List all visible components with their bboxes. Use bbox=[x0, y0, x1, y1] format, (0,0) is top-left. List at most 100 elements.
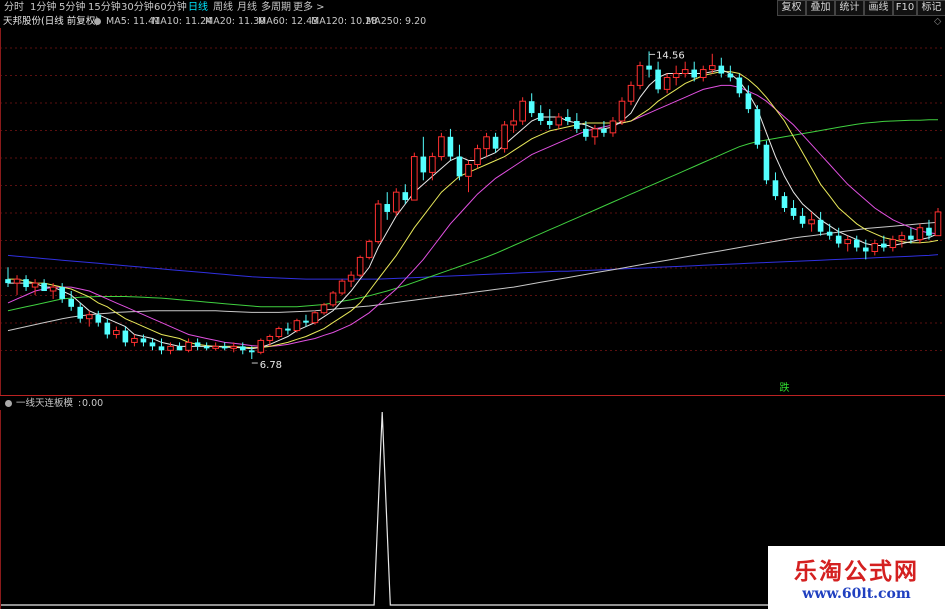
candle bbox=[311, 310, 319, 325]
period-tab-multi[interactable]: 多周期 bbox=[261, 0, 291, 15]
candle bbox=[320, 302, 328, 315]
candle bbox=[708, 53, 716, 74]
candle-body bbox=[555, 116, 563, 126]
period-toolbar: 分时 1分钟 5分钟 15分钟 30分钟 60分钟 日线 周线 月线 多周期 更… bbox=[0, 0, 945, 16]
candle-body bbox=[104, 322, 111, 335]
indicator-name: 一线天连板模 bbox=[16, 398, 74, 409]
candle bbox=[537, 105, 544, 125]
candle bbox=[501, 120, 508, 153]
candle-body bbox=[708, 65, 716, 71]
period-tab-daily[interactable]: 日线 bbox=[188, 0, 208, 15]
candle bbox=[699, 65, 707, 82]
candle bbox=[5, 267, 11, 288]
candle bbox=[853, 235, 860, 252]
candle bbox=[194, 338, 201, 351]
candle bbox=[636, 61, 644, 90]
low-price-label: 6.78 bbox=[260, 360, 282, 371]
candles bbox=[5, 51, 942, 360]
f10-button[interactable]: F10 bbox=[893, 0, 917, 16]
settings-dot-icon[interactable] bbox=[94, 18, 101, 25]
candle bbox=[492, 132, 499, 153]
period-tab-15min[interactable]: 15分钟 bbox=[88, 0, 121, 15]
candle bbox=[365, 239, 373, 260]
candle-body bbox=[736, 77, 743, 94]
candle-body bbox=[347, 274, 355, 282]
candle bbox=[95, 310, 102, 327]
candle bbox=[85, 310, 93, 327]
candle-body bbox=[49, 286, 57, 292]
candle-body bbox=[898, 235, 906, 241]
candle bbox=[754, 105, 761, 149]
mark-button[interactable]: 标记 bbox=[917, 0, 945, 16]
candle-body bbox=[772, 180, 779, 197]
statistics-button[interactable]: 统计 bbox=[835, 0, 864, 16]
period-tab-more[interactable]: 更多 > bbox=[293, 0, 325, 15]
candle bbox=[329, 291, 337, 307]
candle-body bbox=[365, 241, 373, 258]
candle-body bbox=[889, 239, 897, 249]
candle bbox=[429, 152, 436, 181]
candle-body bbox=[546, 120, 553, 125]
period-tab-1min[interactable]: 1分钟 bbox=[30, 0, 56, 15]
candle bbox=[374, 200, 382, 244]
candle-body bbox=[528, 101, 535, 114]
candle-body bbox=[663, 76, 671, 90]
candle-body bbox=[447, 136, 454, 157]
period-tab-30min[interactable]: 30分钟 bbox=[121, 0, 154, 15]
candle bbox=[583, 120, 589, 141]
indicator-settings-dot-icon[interactable] bbox=[5, 400, 12, 407]
candle bbox=[275, 326, 283, 339]
kline-chart[interactable]: 14.56 6.78 跌 bbox=[0, 28, 945, 395]
site-watermark: 乐淘公式网 www.60lt.com bbox=[768, 546, 945, 609]
candle-body bbox=[31, 282, 39, 288]
candle-body bbox=[808, 219, 815, 225]
candle bbox=[718, 57, 725, 78]
candle-body bbox=[474, 148, 481, 165]
candle bbox=[672, 65, 680, 86]
ma5-line bbox=[8, 69, 939, 350]
period-tab-60min[interactable]: 60分钟 bbox=[154, 0, 187, 15]
candle bbox=[447, 128, 454, 161]
candle-body bbox=[113, 330, 120, 336]
candle-body bbox=[257, 339, 265, 353]
candle-body bbox=[799, 215, 806, 224]
candle-body bbox=[601, 128, 607, 133]
candle-body bbox=[248, 350, 255, 353]
ma60-label: MA60: 12.43 bbox=[258, 16, 319, 27]
candle-body bbox=[384, 204, 391, 212]
candle bbox=[528, 93, 535, 118]
draw-line-button[interactable]: 画线 bbox=[864, 0, 893, 16]
candle-body bbox=[881, 243, 887, 248]
ma-lines bbox=[7, 69, 939, 350]
candle-body bbox=[501, 124, 508, 150]
candle-body bbox=[844, 239, 852, 245]
candle-body bbox=[149, 342, 156, 347]
candle-body bbox=[727, 73, 734, 78]
period-tab-5min[interactable]: 5分钟 bbox=[59, 0, 85, 15]
candle bbox=[113, 326, 120, 339]
candle-body bbox=[926, 227, 932, 236]
candle-body bbox=[338, 280, 346, 294]
candle-body bbox=[565, 117, 571, 121]
period-tab-monthly[interactable]: 月线 bbox=[237, 0, 257, 15]
candle bbox=[826, 223, 833, 240]
restore-rights-button[interactable]: 复权 bbox=[777, 0, 806, 16]
candle bbox=[185, 338, 192, 353]
candle bbox=[456, 144, 463, 181]
candle-body bbox=[77, 306, 84, 319]
candle-body bbox=[934, 211, 942, 237]
period-tab-weekly[interactable]: 周线 bbox=[213, 0, 233, 15]
candle bbox=[808, 211, 815, 232]
candle bbox=[844, 235, 852, 252]
watermark-url: www.60lt.com bbox=[802, 586, 911, 602]
candle bbox=[77, 302, 84, 323]
period-tab-fenshi[interactable]: 分时 bbox=[4, 0, 24, 15]
candle-body bbox=[519, 100, 526, 122]
candle-body bbox=[311, 312, 319, 324]
candle bbox=[293, 318, 301, 333]
candle bbox=[59, 283, 65, 303]
overlay-button[interactable]: 叠加 bbox=[806, 0, 835, 16]
collapse-diamond-icon[interactable]: ◇ bbox=[934, 15, 941, 28]
candle bbox=[257, 338, 265, 355]
candle-body bbox=[699, 69, 707, 78]
